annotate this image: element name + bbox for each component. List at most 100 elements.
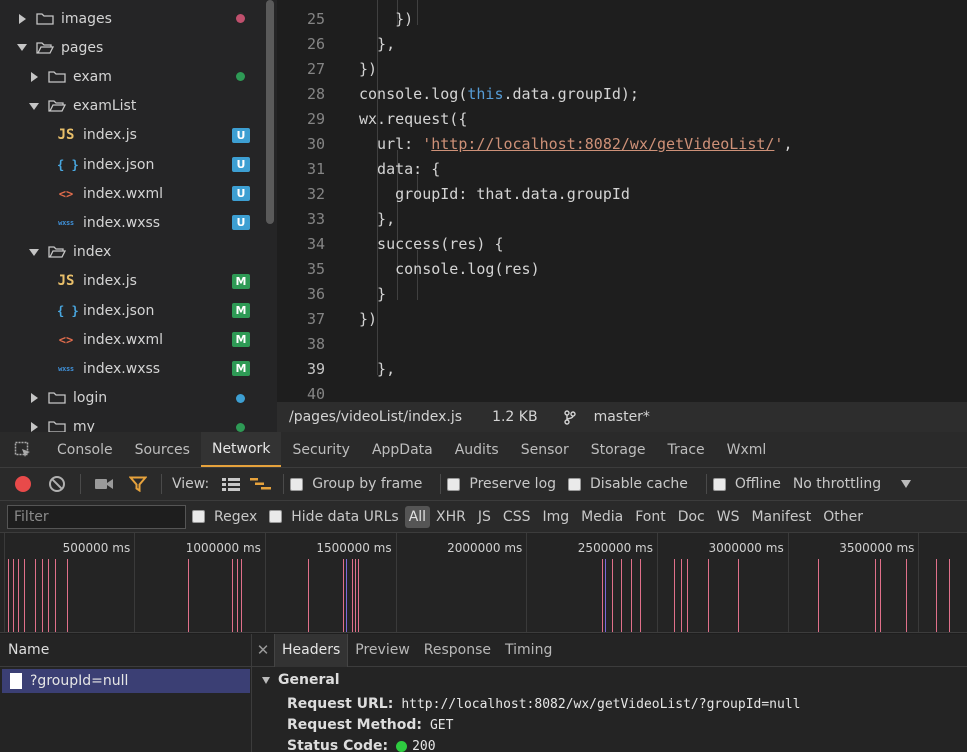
status-ok-icon <box>396 740 408 752</box>
type-filter-media[interactable]: Media <box>575 509 629 525</box>
code-line[interactable]: 31 data: { <box>277 156 967 181</box>
group-by-frame-checkbox[interactable]: Group by frame <box>290 476 422 492</box>
offline-checkbox[interactable]: Offline <box>712 476 781 492</box>
type-filter-other[interactable]: Other <box>817 509 869 525</box>
chevron-down-icon <box>901 480 912 488</box>
code-line[interactable]: 25 }) <box>277 6 967 31</box>
code-line[interactable]: 33 }, <box>277 206 967 231</box>
tree-item-label: my <box>73 419 95 432</box>
tab-appdata[interactable]: AppData <box>361 432 444 467</box>
git-status-badge: U <box>232 127 250 143</box>
code-line[interactable]: 37}) <box>277 306 967 331</box>
tree-file[interactable]: <> index.wxml M <box>0 325 262 354</box>
detail-tab-response[interactable]: Response <box>417 634 498 667</box>
git-branch[interactable]: master* <box>563 409 650 425</box>
tree-file[interactable]: { } index.json M <box>0 296 262 325</box>
overview-button[interactable] <box>245 477 277 491</box>
tree-file[interactable]: <> index.wxml U <box>0 179 262 208</box>
code-line[interactable]: 27}) <box>277 56 967 81</box>
type-filter-css[interactable]: CSS <box>497 509 537 525</box>
chevron-right-icon[interactable] <box>16 13 28 25</box>
clear-button[interactable] <box>40 476 74 492</box>
tab-sources[interactable]: Sources <box>124 432 201 467</box>
chevron-right-icon[interactable] <box>28 392 40 404</box>
request-row[interactable]: ?groupId=null <box>2 669 250 693</box>
tree-scrollbar[interactable] <box>266 0 274 224</box>
code-line[interactable]: 34 success(res) { <box>277 231 967 256</box>
timeline-request-bar <box>24 559 25 632</box>
code-text: }) <box>359 9 414 28</box>
chevron-right-icon[interactable] <box>28 421 40 432</box>
tree-folder[interactable]: exam <box>0 62 262 91</box>
request-name: ?groupId=null <box>30 673 129 689</box>
type-filter-manifest[interactable]: Manifest <box>745 509 817 525</box>
type-filter-xhr[interactable]: XHR <box>430 509 472 525</box>
regex-checkbox[interactable]: Regex <box>192 509 257 525</box>
general-section-header[interactable]: General <box>262 672 340 688</box>
tree-folder[interactable]: pages <box>0 33 262 62</box>
throttling-select[interactable]: No throttling <box>793 476 912 492</box>
type-filter-font[interactable]: Font <box>629 509 671 525</box>
chevron-down-icon[interactable] <box>28 246 40 258</box>
type-filter-js[interactable]: JS <box>472 509 497 525</box>
tree-folder[interactable]: images <box>0 4 262 33</box>
record-button[interactable] <box>6 476 40 492</box>
code-line[interactable]: 30 url: 'http://localhost:8082/wx/getVid… <box>277 131 967 156</box>
preserve-log-checkbox[interactable]: Preserve log <box>447 476 556 492</box>
tree-folder[interactable]: examList <box>0 92 262 121</box>
code-line[interactable]: 26 }, <box>277 31 967 56</box>
disable-cache-checkbox[interactable]: Disable cache <box>568 476 688 492</box>
tab-sensor[interactable]: Sensor <box>510 432 580 467</box>
code-line[interactable]: 36 } <box>277 281 967 306</box>
code-line[interactable]: 38 <box>277 331 967 356</box>
git-status-dot <box>236 422 245 432</box>
tree-item-label: index.json <box>83 302 155 319</box>
tab-security[interactable]: Security <box>281 432 361 467</box>
hide-data-urls-checkbox[interactable]: Hide data URLs <box>269 509 399 525</box>
type-filter-img[interactable]: Img <box>536 509 575 525</box>
detail-tab-timing[interactable]: Timing <box>498 634 559 667</box>
code-line[interactable]: 39 }, <box>277 356 967 381</box>
chevron-down-icon[interactable] <box>16 42 28 54</box>
tree-file[interactable]: JS index.js U <box>0 121 262 150</box>
type-filter-all[interactable]: All <box>404 505 431 528</box>
timeline-request-bar <box>13 559 14 632</box>
tab-trace[interactable]: Trace <box>657 432 716 467</box>
network-overview-timeline[interactable]: 500000 ms 1000000 ms 1500000 ms 2000000 ms 2… <box>0 533 967 633</box>
tree-file[interactable]: JS index.js M <box>0 267 262 296</box>
code-line[interactable]: 40 <box>277 381 967 403</box>
tree-folder[interactable]: index <box>0 238 262 267</box>
tab-wxml[interactable]: Wxml <box>716 432 778 467</box>
inspect-element-icon[interactable] <box>0 432 46 467</box>
chevron-down-icon[interactable] <box>28 100 40 112</box>
code-editor[interactable]: 25 }) 26 }, 27}) 28 console.log(this.data.gr… <box>277 0 967 402</box>
tab-network[interactable]: Network <box>200 432 282 467</box>
filter-toggle-button[interactable] <box>121 476 155 492</box>
tab-console[interactable]: Console <box>46 432 124 467</box>
type-filter-doc[interactable]: Doc <box>672 509 711 525</box>
code-line[interactable]: 32 groupId: that.data.groupId <box>277 181 967 206</box>
git-branch-label: master* <box>593 409 650 425</box>
timeline-gridline <box>526 533 528 632</box>
name-column-header[interactable]: Name <box>0 634 251 667</box>
timeline-request-bar <box>631 559 632 632</box>
large-rows-button[interactable] <box>217 477 245 491</box>
detail-tab-preview[interactable]: Preview <box>348 634 417 667</box>
detail-tab-headers[interactable]: Headers <box>274 633 349 667</box>
tree-file[interactable]: { } index.json U <box>0 150 262 179</box>
tab-storage[interactable]: Storage <box>580 432 657 467</box>
tree-file[interactable]: wxss index.wxss M <box>0 354 262 383</box>
close-icon[interactable]: ✕ <box>252 641 274 659</box>
tree-folder[interactable]: login <box>0 384 262 413</box>
capture-screenshots-button[interactable] <box>87 477 121 491</box>
folder-icon <box>48 421 66 432</box>
chevron-right-icon[interactable] <box>28 71 40 83</box>
code-line[interactable]: 28 console.log(this.data.groupId); <box>277 81 967 106</box>
tree-file[interactable]: wxss index.wxss U <box>0 208 262 237</box>
code-line[interactable]: 35 console.log(res) <box>277 256 967 281</box>
tree-folder[interactable]: my <box>0 413 262 432</box>
code-line[interactable]: 29 wx.request({ <box>277 106 967 131</box>
tab-audits[interactable]: Audits <box>444 432 510 467</box>
filter-input[interactable] <box>7 504 186 529</box>
type-filter-ws[interactable]: WS <box>711 509 746 525</box>
